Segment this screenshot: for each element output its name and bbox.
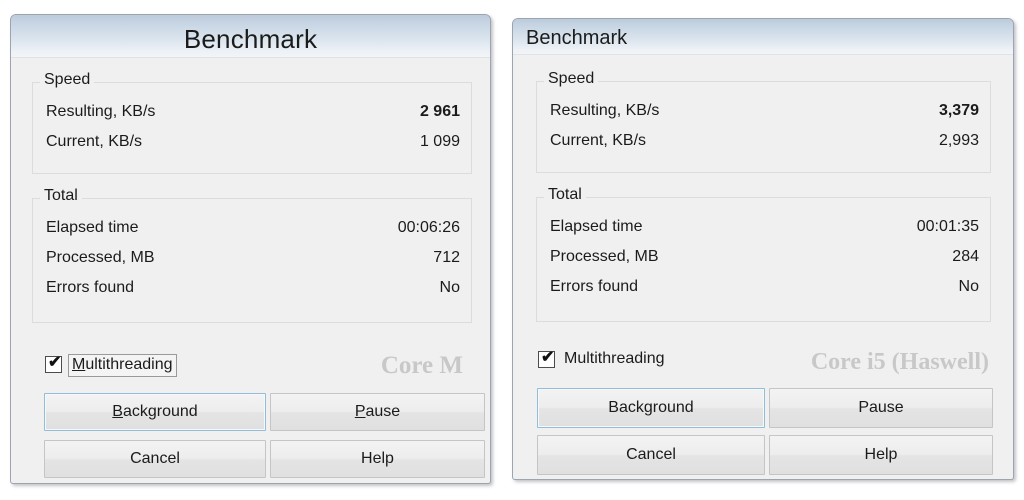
pause-button[interactable]: Pause — [769, 388, 993, 428]
button-label: Help — [361, 450, 394, 468]
label-rest: ackground — [123, 403, 198, 420]
row-label: Elapsed time — [550, 218, 643, 236]
benchmark-dialog-left[interactable]: Benchmark Speed Resulting, KB/s 2 961 Cu… — [10, 14, 491, 484]
check-icon: ✔ — [48, 354, 61, 371]
row-current-speed: Current, KB/s 2,993 — [537, 132, 990, 158]
label-rest: Pause — [858, 399, 903, 416]
row-label: Errors found — [550, 278, 638, 296]
row-value: No — [959, 278, 979, 296]
row-errors-found: Errors found No — [537, 278, 990, 304]
row-value: 2 961 — [420, 103, 460, 121]
multithreading-label[interactable]: Multithreading — [561, 349, 668, 370]
row-label: Errors found — [46, 279, 134, 297]
row-value: 712 — [433, 249, 460, 267]
checkbox-box[interactable]: ✔ — [45, 356, 62, 373]
row-value: 2,993 — [939, 132, 979, 150]
row-elapsed-time: Elapsed time 00:06:26 — [33, 219, 471, 245]
window-title: Benchmark — [11, 26, 490, 52]
group-total: Total Elapsed time 00:01:35 Processed, M… — [536, 197, 991, 322]
row-label: Processed, MB — [46, 249, 154, 267]
row-label: Elapsed time — [46, 219, 139, 237]
row-value: 3,379 — [939, 102, 979, 120]
multithreading-checkbox-row[interactable]: ✔ Multithreading — [538, 351, 758, 373]
help-button[interactable]: Help — [270, 440, 485, 478]
row-processed-mb: Processed, MB 712 — [33, 249, 471, 275]
cancel-button[interactable]: Cancel — [44, 440, 266, 478]
multithreading-label[interactable]: Multithreading — [68, 354, 177, 377]
row-errors-found: Errors found No — [33, 279, 471, 305]
row-value: 1 099 — [420, 133, 460, 151]
button-label: Cancel — [626, 446, 676, 464]
checkbox-box[interactable]: ✔ — [538, 351, 555, 368]
row-current-speed: Current, KB/s 1 099 — [33, 133, 471, 159]
row-label: Current, KB/s — [550, 132, 646, 150]
title-bar: Benchmark — [11, 15, 490, 58]
background-button[interactable]: Background — [44, 393, 266, 431]
group-speed-legend: Speed — [40, 72, 94, 88]
pause-button[interactable]: Pause — [270, 393, 485, 431]
group-speed-legend: Speed — [544, 71, 598, 87]
row-value: 00:01:35 — [917, 218, 979, 236]
help-button[interactable]: Help — [769, 435, 993, 475]
row-value: 284 — [952, 248, 979, 266]
group-total: Total Elapsed time 00:06:26 Processed, M… — [32, 198, 472, 323]
group-speed: Speed Resulting, KB/s 3,379 Current, KB/… — [536, 81, 991, 173]
row-elapsed-time: Elapsed time 00:01:35 — [537, 218, 990, 244]
window-title: Benchmark — [526, 28, 627, 48]
multithreading-checkbox-row[interactable]: ✔ Multithreading — [45, 356, 245, 378]
button-label: Help — [865, 446, 898, 464]
row-label: Processed, MB — [550, 248, 658, 266]
button-label: Background — [608, 399, 693, 417]
button-label: Pause — [858, 399, 903, 417]
button-label: Background — [112, 403, 197, 421]
row-resulting-speed: Resulting, KB/s 2 961 — [33, 103, 471, 129]
row-value: No — [440, 279, 460, 297]
check-icon: ✔ — [541, 349, 554, 366]
row-resulting-speed: Resulting, KB/s 3,379 — [537, 102, 990, 128]
cpu-watermark: Core M — [381, 352, 463, 380]
screenshot-root: Benchmark Speed Resulting, KB/s 2 961 Cu… — [0, 0, 1024, 500]
button-label: Cancel — [130, 450, 180, 468]
row-label: Resulting, KB/s — [550, 102, 659, 120]
group-speed: Speed Resulting, KB/s 2 961 Current, KB/… — [32, 82, 472, 174]
background-button[interactable]: Background — [537, 388, 765, 428]
label-rest: ause — [365, 403, 400, 420]
row-processed-mb: Processed, MB 284 — [537, 248, 990, 274]
group-total-legend: Total — [544, 187, 586, 203]
accel-char: P — [355, 403, 366, 420]
title-bar: Benchmark — [513, 19, 1013, 55]
row-value: 00:06:26 — [398, 219, 460, 237]
label-rest: Multithreading — [564, 350, 665, 367]
benchmark-dialog-right[interactable]: Benchmark Speed Resulting, KB/s 3,379 Cu… — [512, 18, 1014, 480]
label-rest: ultithreading — [85, 356, 172, 373]
accel-char: M — [72, 356, 85, 373]
label-rest: Background — [608, 399, 693, 416]
row-label: Current, KB/s — [46, 133, 142, 151]
button-label: Pause — [355, 403, 400, 421]
group-total-legend: Total — [40, 188, 82, 204]
accel-char: B — [112, 403, 123, 420]
cpu-watermark: Core i5 (Haswell) — [811, 349, 989, 376]
cancel-button[interactable]: Cancel — [537, 435, 765, 475]
row-label: Resulting, KB/s — [46, 103, 155, 121]
